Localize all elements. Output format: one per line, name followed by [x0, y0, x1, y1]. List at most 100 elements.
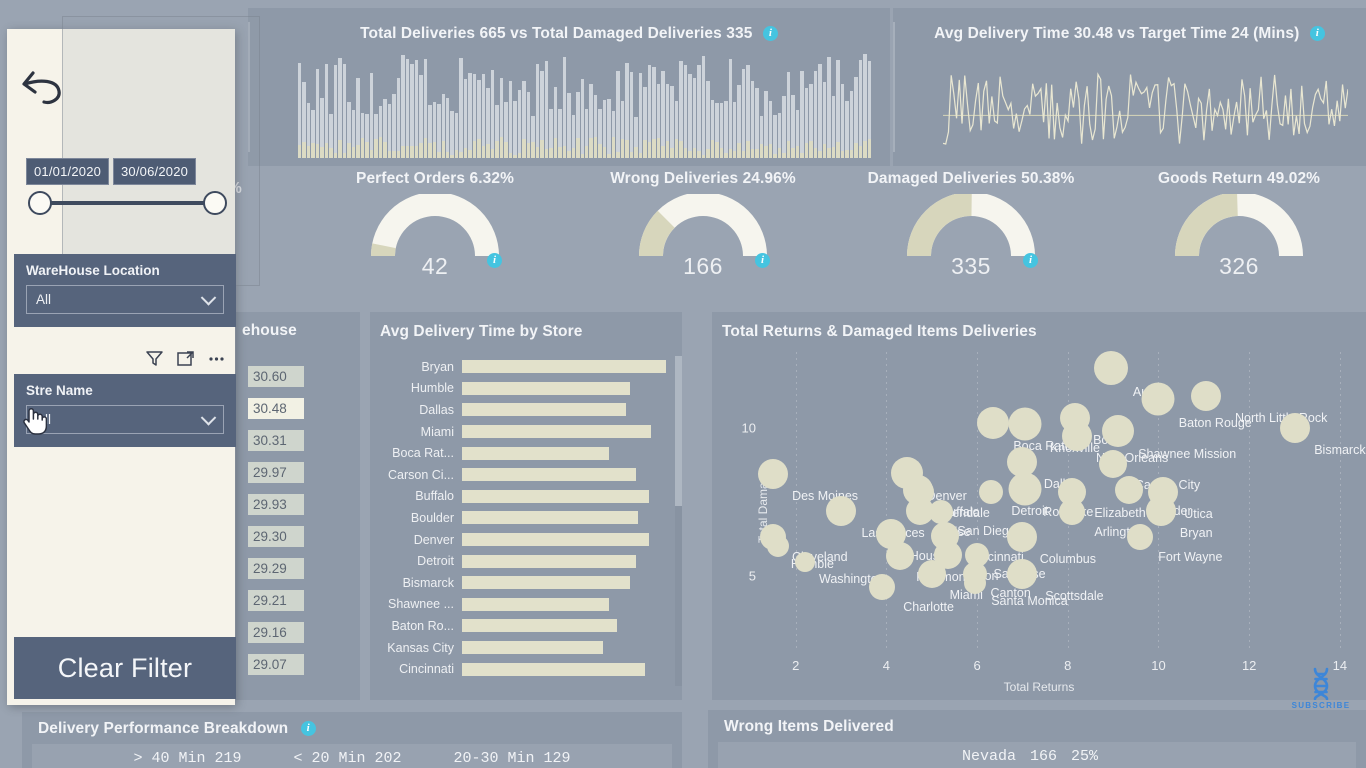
warehouse-row[interactable]: 29.21 — [244, 584, 354, 616]
scatter-bubble[interactable] — [1007, 559, 1038, 590]
avg-delivery-time-by-store-card[interactable]: Avg Delivery Time by Store Bryan Humble Da… — [370, 312, 682, 700]
date-range-slider-left-handle[interactable] — [28, 191, 52, 215]
store-bar-row[interactable]: Bismarck — [378, 572, 672, 594]
scatter-bubble[interactable] — [758, 459, 789, 490]
gauge-card-0[interactable]: Perfect Orders 6.32% 42 i — [300, 170, 570, 279]
date-range-slider-right-handle[interactable] — [203, 191, 227, 215]
scatter-bubble[interactable] — [978, 479, 1003, 504]
store-name-slicer[interactable]: Stre Name All — [14, 374, 236, 447]
warehouse-row[interactable]: 29.07 — [244, 648, 354, 680]
scatter-bubble[interactable] — [963, 571, 986, 594]
scatter-bubble[interactable] — [1141, 382, 1175, 416]
wrong-item[interactable]: Nevada 166 25% — [962, 748, 1112, 765]
store-bar-row[interactable]: Boulder — [378, 507, 672, 529]
warehouse-row[interactable]: 30.48 — [244, 392, 354, 424]
scatter-bubble[interactable] — [1145, 495, 1176, 526]
info-icon[interactable]: i — [1309, 26, 1325, 42]
scatter-bubble[interactable] — [1127, 524, 1154, 551]
store-bar[interactable] — [462, 554, 637, 568]
store-bar[interactable] — [462, 403, 626, 417]
warehouse-row[interactable]: 29.16 — [244, 616, 354, 648]
store-bar[interactable] — [462, 511, 639, 525]
subscribe-watermark[interactable]: SUBSCRIBE — [1284, 666, 1358, 710]
avg-delivery-time-by-warehouse-card[interactable]: ehouse 30.60 30.48 30.31 29.97 29.93 29.30 29.… — [236, 312, 360, 700]
scatter-bubble[interactable] — [1191, 381, 1222, 412]
more-options-icon[interactable] — [207, 349, 226, 368]
scatter-bubble[interactable] — [1093, 351, 1128, 386]
scatter-bubble[interactable] — [1007, 522, 1038, 553]
gauge-card-3[interactable]: Goods Return 49.02% 326 — [1104, 170, 1366, 279]
info-icon[interactable]: i — [300, 721, 316, 737]
clear-filter-button[interactable]: Clear Filter — [14, 637, 236, 699]
total-deliveries-card[interactable]: Total Deliveries 665 vs Total Damaged De… — [248, 8, 890, 166]
store-bar[interactable] — [462, 446, 609, 460]
scatter-bubble[interactable] — [794, 552, 815, 573]
store-bar[interactable] — [462, 468, 637, 482]
filter-flyout-panel[interactable]: 01/01/2020 30/06/2020 WareHouse Location… — [7, 16, 260, 705]
scatter-bubble[interactable] — [1059, 499, 1086, 526]
wrong-items-delivered-card[interactable]: Wrong Items Delivered Nevada 166 25% — [708, 710, 1366, 768]
scatter-bubble[interactable] — [928, 500, 953, 525]
warehouse-location-slicer[interactable]: WareHouse Location All — [14, 254, 236, 327]
warehouse-row[interactable]: 29.30 — [244, 520, 354, 552]
scatter-bubble[interactable] — [1061, 420, 1092, 451]
date-from-field[interactable]: 01/01/2020 — [26, 158, 110, 185]
store-bar-row[interactable]: Denver — [378, 529, 672, 551]
warehouse-row[interactable]: 29.29 — [244, 552, 354, 584]
warehouse-row[interactable]: 30.31 — [244, 424, 354, 456]
date-to-field[interactable]: 30/06/2020 — [113, 158, 197, 185]
store-bar-row[interactable]: Bryan — [378, 356, 672, 378]
perf-item[interactable]: 20-30 Min 129 — [454, 750, 571, 767]
scatter-bubble[interactable] — [1115, 476, 1143, 505]
store-bar-row[interactable]: Dallas — [378, 399, 672, 421]
delivery-performance-breakdown-card[interactable]: Delivery Performance Breakdown i > 40 Mi… — [22, 712, 682, 768]
store-bar[interactable] — [462, 360, 666, 374]
store-bar-row[interactable]: Buffalo — [378, 486, 672, 508]
scrollbar-thumb[interactable] — [675, 356, 682, 506]
perf-item[interactable]: < 20 Min 202 — [293, 750, 401, 767]
scatter-bubble[interactable] — [868, 574, 895, 601]
store-bar[interactable] — [462, 641, 603, 655]
store-bar[interactable] — [462, 662, 645, 676]
store-bar-row[interactable]: Shawnee ... — [378, 594, 672, 616]
warehouse-row[interactable]: 30.60 — [244, 360, 354, 392]
warehouse-slicer-dropdown[interactable]: All — [26, 285, 224, 314]
store-bar-row[interactable]: Kansas City — [378, 637, 672, 659]
scatter-bubble[interactable] — [1099, 449, 1128, 478]
store-bar[interactable] — [462, 381, 630, 395]
store-bar-row[interactable]: Detroit — [378, 550, 672, 572]
perf-item[interactable]: > 40 Min 219 — [133, 750, 241, 767]
scatter-bubble[interactable] — [1101, 415, 1134, 448]
store-bar[interactable] — [462, 489, 649, 503]
store-bar[interactable] — [462, 576, 630, 590]
scatter-bubble[interactable] — [1008, 472, 1042, 506]
warehouse-row[interactable]: 29.97 — [244, 456, 354, 488]
gauge-card-1[interactable]: Wrong Deliveries 24.96% 166 i — [568, 170, 838, 279]
undo-arrow-icon[interactable] — [21, 65, 69, 109]
warehouse-row[interactable]: 29.93 — [244, 488, 354, 520]
store-list-scrollbar[interactable] — [675, 356, 682, 686]
scatter-bubble[interactable] — [1008, 407, 1042, 441]
scatter-bubble[interactable] — [886, 542, 915, 571]
store-bar-row[interactable]: Humble — [378, 378, 672, 400]
info-icon[interactable]: i — [762, 26, 778, 42]
scatter-bubble[interactable] — [1279, 413, 1310, 444]
store-bar[interactable] — [462, 597, 609, 611]
store-slicer-dropdown[interactable]: All — [26, 405, 224, 434]
info-icon[interactable]: i — [755, 253, 770, 268]
scatter-bubble[interactable] — [917, 560, 946, 589]
store-bar-row[interactable]: Cincinnati — [378, 658, 672, 680]
store-bar[interactable] — [462, 619, 618, 633]
filter-icon[interactable] — [145, 349, 164, 368]
focus-mode-icon[interactable] — [176, 349, 195, 368]
info-icon[interactable]: i — [487, 253, 502, 268]
date-range-slider-track[interactable] — [41, 201, 216, 205]
scatter-bubble[interactable] — [826, 495, 857, 526]
store-bar-row[interactable]: Carson Ci... — [378, 464, 672, 486]
visual-tools[interactable] — [145, 349, 226, 368]
store-bar-row[interactable]: Miami — [378, 421, 672, 443]
store-bar[interactable] — [462, 533, 649, 547]
store-bar[interactable] — [462, 425, 651, 439]
total-returns-damaged-scatter-card[interactable]: Total Returns & Damaged Items Deliveries… — [712, 312, 1366, 700]
store-bar-row[interactable]: Boca Rat... — [378, 442, 672, 464]
